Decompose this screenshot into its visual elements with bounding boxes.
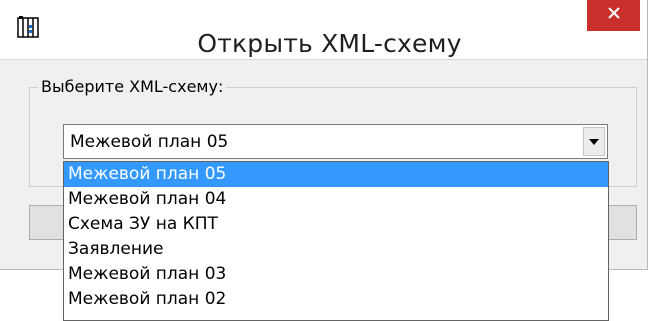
list-item[interactable]: Заявление [64,237,608,262]
list-item[interactable]: Межевой план 05 [64,162,608,187]
list-item[interactable]: Межевой план 03 [64,262,608,287]
title-bar: Открыть XML-схему [0,0,647,60]
list-item[interactable]: Межевой план 04 [64,187,608,212]
combo-dropdown-button[interactable] [583,127,605,156]
close-button[interactable] [587,0,640,31]
chevron-down-icon [589,133,599,151]
schema-dropdown-list[interactable]: Межевой план 05 Межевой план 04 Схема ЗУ… [63,161,609,321]
list-item[interactable]: Схема ЗУ на КПТ [64,212,608,237]
schema-select[interactable]: Межевой план 05 [63,124,608,159]
close-icon [607,6,621,25]
list-item[interactable]: Межевой план 02 [64,287,608,312]
window-title: Открыть XML-схему [197,29,462,58]
groupbox-label: Выберите XML-схему: [38,77,227,96]
combo-selected-value: Межевой план 05 [70,132,229,152]
